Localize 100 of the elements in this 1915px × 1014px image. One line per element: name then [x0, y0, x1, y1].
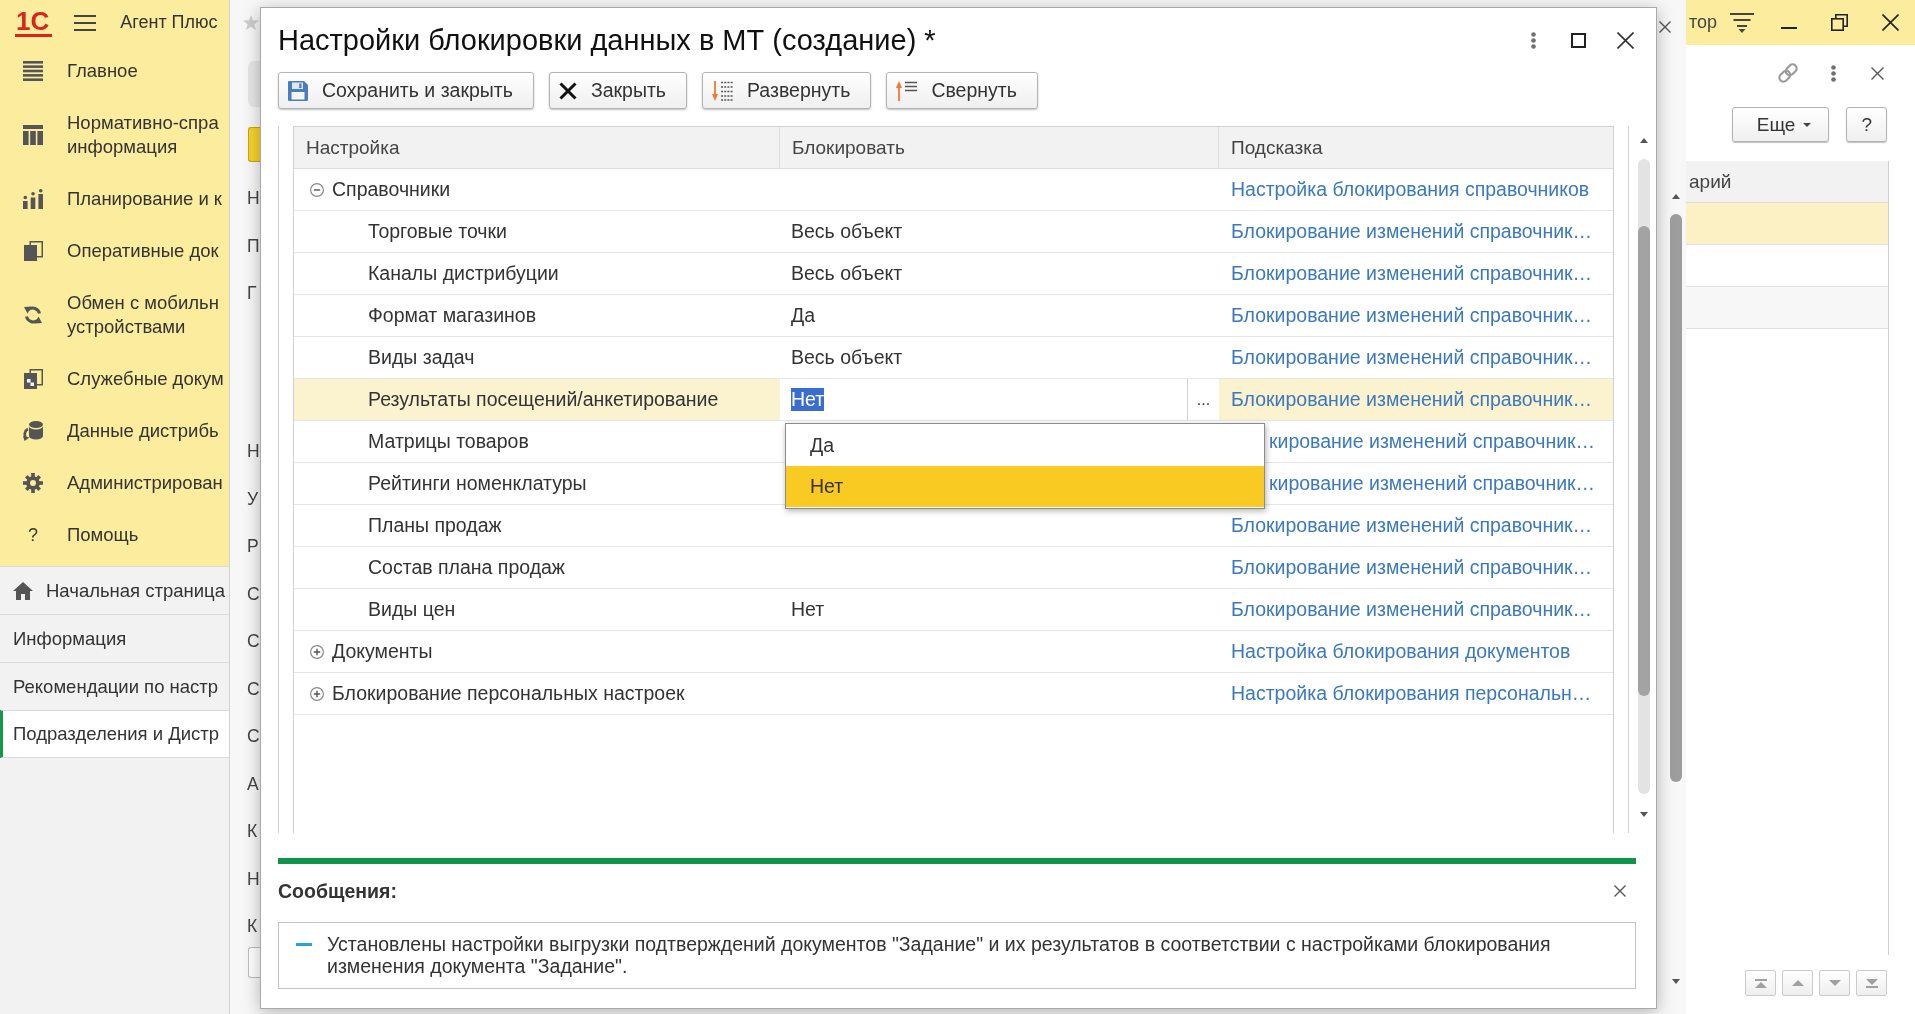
filter-icon[interactable] — [1730, 12, 1755, 33]
hint-link[interactable]: Блокирование изменений справочник… — [1231, 514, 1593, 537]
minus-circle-icon[interactable] — [310, 182, 324, 197]
plus-circle-icon[interactable] — [310, 686, 324, 701]
table-cell: Справочники — [332, 178, 451, 201]
close-icon[interactable] — [1659, 20, 1671, 33]
field-label: Н — [247, 867, 260, 891]
table-row[interactable]: Формат магазинов Да Блокирование изменений справочник… — [294, 295, 1613, 337]
nav-button[interactable] — [1745, 970, 1776, 996]
section-item[interactable]: Служебные докум — [0, 353, 229, 405]
hint-link[interactable]: кирование изменений справочник… — [1269, 430, 1596, 453]
menu-icon[interactable] — [74, 14, 97, 31]
section-item[interactable]: Данные дистрибь — [0, 405, 229, 457]
arrow-up-icon — [1791, 980, 1804, 986]
scrollbar-thumb[interactable] — [1637, 226, 1650, 696]
hint-link[interactable]: Блокирование изменений справочник… — [1231, 598, 1593, 621]
close-button[interactable]: Закрыть — [548, 72, 687, 109]
arrow-up-icon[interactable] — [1639, 138, 1648, 143]
help-icon: ? — [28, 523, 38, 547]
table-cell: Документы — [332, 640, 433, 663]
field-label: С — [247, 582, 260, 606]
save-and-close-button[interactable]: Сохранить и закрыть — [278, 72, 534, 109]
hint-link[interactable]: Блокирование изменений справочник… — [1231, 304, 1593, 327]
checkered-documents-icon — [23, 369, 43, 389]
table-cell: Весь объект — [791, 262, 903, 285]
section-item[interactable]: Администрирован — [0, 457, 229, 509]
hint-link[interactable]: Блокирование изменений справочник… — [1231, 346, 1593, 369]
hint-link[interactable]: Блокирование изменений справочник… — [1231, 556, 1593, 579]
table-cell: Планы продаж — [368, 514, 502, 537]
table-row[interactable]: Блокирование персональных настроек Настройка блокирования персональн… — [294, 673, 1613, 715]
arrow-down-icon[interactable] — [1672, 979, 1680, 984]
arrow-up-icon[interactable] — [1672, 194, 1680, 199]
input-field[interactable] — [248, 947, 260, 978]
hint-link[interactable]: Блокирование изменений справочник… — [1231, 220, 1593, 243]
table-cell: Да — [791, 304, 816, 327]
hint-link[interactable]: Настройка блокирования документов — [1231, 640, 1571, 663]
arrow-down-icon[interactable] — [1639, 812, 1648, 817]
close-icon — [558, 81, 577, 100]
gear-icon — [23, 473, 43, 493]
nav-button[interactable] — [1819, 970, 1850, 996]
table-cell: Весь объект — [791, 346, 903, 369]
more-button[interactable]: Еще — [1731, 107, 1830, 142]
field-label: А — [247, 772, 260, 796]
maximize-icon[interactable] — [1571, 32, 1586, 48]
section-item[interactable]: Оперативные док — [0, 225, 229, 277]
section-item[interactable]: Обмен с мобильн устройствами — [0, 277, 229, 353]
section-item[interactable]: Главное — [0, 45, 229, 97]
column-header: арий — [1686, 161, 1888, 203]
section-item[interactable]: Планирование и к — [0, 173, 229, 225]
dropdown-option[interactable]: Да — [786, 425, 1264, 466]
minimize-icon[interactable] — [1781, 26, 1798, 29]
link-icon[interactable] — [1776, 61, 1800, 85]
expand-all-button[interactable]: Развернуть — [702, 72, 872, 109]
field-label: К — [247, 915, 259, 938]
collapse-all-button[interactable]: Свернуть — [886, 72, 1038, 109]
help-button[interactable]: ? — [1846, 107, 1887, 142]
dialog-title: Настройки блокировки данных в МТ (создание) * — [278, 23, 937, 57]
scrollbar-track[interactable] — [1637, 159, 1650, 794]
app-logo: 1С — [15, 8, 53, 37]
kebab-icon[interactable] — [1531, 31, 1536, 49]
restore-icon[interactable] — [1831, 14, 1849, 31]
dropdown-option[interactable]: Нет — [786, 466, 1264, 507]
table-cell: Формат магазинов — [368, 304, 537, 327]
hint-link[interactable]: кирование изменений справочник… — [1269, 472, 1596, 495]
value-field[interactable]: Нет — [780, 379, 1187, 420]
table-row[interactable]: Состав плана продаж Блокирование изменений справочник… — [294, 547, 1613, 589]
hint-link[interactable]: Настройка блокирования персональн… — [1231, 682, 1592, 705]
nav-button[interactable] — [1782, 970, 1813, 996]
table-cell: Виды задач — [368, 346, 475, 369]
user-name: тор — [1689, 12, 1718, 33]
command-bar — [248, 61, 260, 107]
hint-link[interactable]: Блокирование изменений справочник… — [1231, 388, 1593, 411]
section-item[interactable]: Нормативно-спра информация — [0, 97, 229, 173]
nav-button[interactable] — [1856, 970, 1887, 996]
table-cell: Матрицы товаров — [368, 430, 529, 453]
table-row[interactable]: Виды цен Нет Блокирование изменений справочник… — [294, 589, 1613, 631]
table-cell: Торговые точки — [368, 220, 507, 243]
field-label: С — [247, 725, 260, 748]
page-tab[interactable]: Подразделения и Дистр — [0, 710, 229, 758]
plus-circle-icon[interactable] — [310, 644, 324, 659]
close-icon[interactable] — [1882, 14, 1900, 31]
close-icon[interactable] — [1614, 885, 1626, 897]
close-icon[interactable] — [1871, 66, 1884, 80]
scrollbar-thumb[interactable] — [1670, 214, 1682, 782]
section-item[interactable]: ? Помощь — [0, 509, 229, 561]
table-row[interactable]: Документы Настройка блокирования документов — [294, 631, 1613, 673]
table-row[interactable]: Справочники Настройка блокирования справочников — [294, 169, 1613, 211]
kebab-icon[interactable] — [1831, 64, 1836, 82]
bar-chart-icon — [23, 189, 43, 209]
table-row[interactable]: Планы продаж Блокирование изменений справочник… — [294, 505, 1613, 547]
choice-button[interactable]: ... — [1187, 379, 1219, 420]
star-icon[interactable] — [243, 15, 259, 30]
table-row[interactable]: Каналы дистрибуции Весь объект Блокирование изменений справочник… — [294, 253, 1613, 295]
table-row[interactable]: Торговые точки Весь объект Блокирование изменений справочник… — [294, 211, 1613, 253]
table-cell: Результаты посещений/анкетирование — [368, 388, 719, 411]
table-cell: Весь объект — [791, 220, 903, 243]
hint-link[interactable]: Блокирование изменений справочник… — [1231, 262, 1593, 285]
close-icon[interactable] — [1617, 31, 1634, 49]
refresh-icon — [23, 305, 43, 325]
hint-link[interactable]: Настройка блокирования справочников — [1231, 178, 1590, 201]
